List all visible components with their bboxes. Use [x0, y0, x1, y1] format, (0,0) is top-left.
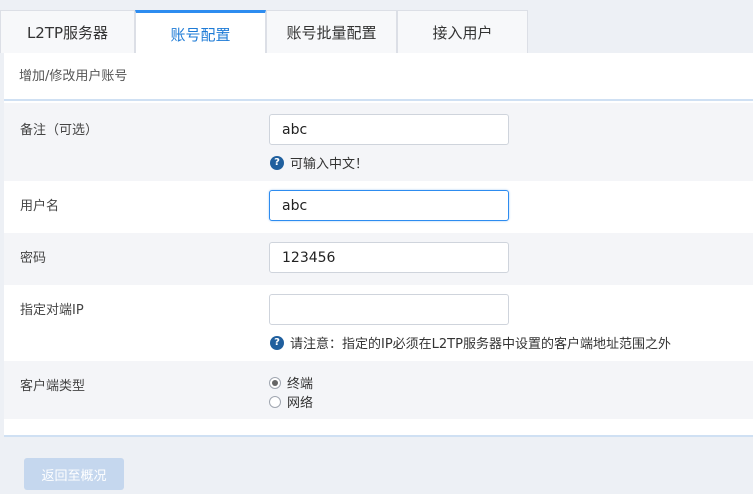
tab-account-config[interactable]: 账号配置 — [135, 10, 266, 54]
account-form-panel: 增加/修改用户账号 备注（可选） ? 可输入中文！ 用户名 密码 指定对端IP … — [4, 53, 753, 437]
back-to-overview-button[interactable]: 返回至概况 — [24, 458, 124, 490]
question-circle-icon: ? — [270, 155, 284, 170]
tab-l2tp-server[interactable]: L2TP服务器 — [0, 10, 135, 53]
radio-network[interactable] — [269, 395, 281, 408]
username-input[interactable] — [269, 190, 509, 221]
remark-hint-text: 可输入中文！ — [290, 157, 369, 172]
peer-ip-hint-text: 请注意：指定的IP必须在L2TP服务器中设置的客户端地址范围之外 — [290, 337, 671, 352]
password-label: 密码 — [20, 251, 47, 266]
client-type-terminal-option[interactable]: 终端 — [269, 373, 313, 392]
username-row: 用户名 — [4, 181, 753, 233]
password-row: 密码 — [4, 233, 753, 285]
peer-ip-row: 指定对端IP ? 请注意：指定的IP必须在L2TP服务器中设置的客户端地址范围之… — [4, 285, 753, 361]
radio-terminal-label: 终端 — [287, 377, 314, 392]
username-label: 用户名 — [20, 199, 60, 214]
peer-ip-input[interactable] — [269, 294, 509, 325]
tab-account-batch-config[interactable]: 账号批量配置 — [266, 10, 397, 53]
client-type-row: 客户端类型 终端 网络 — [4, 361, 753, 419]
client-type-network-option[interactable]: 网络 — [269, 392, 313, 411]
remark-row: 备注（可选） ? 可输入中文！ — [4, 103, 753, 181]
radio-terminal[interactable] — [269, 376, 281, 389]
password-input[interactable] — [269, 242, 509, 273]
tab-connected-users[interactable]: 接入用户 — [397, 10, 528, 53]
remark-input[interactable] — [269, 114, 509, 145]
tab-bar: L2TP服务器 账号配置 账号批量配置 接入用户 — [0, 10, 753, 54]
peer-ip-label: 指定对端IP — [20, 303, 84, 318]
remark-label: 备注（可选） — [20, 123, 99, 138]
question-circle-icon: ? — [270, 335, 284, 350]
remark-hint: ? 可输入中文！ — [270, 153, 368, 172]
client-type-label: 客户端类型 — [20, 379, 86, 394]
peer-ip-hint: ? 请注意：指定的IP必须在L2TP服务器中设置的客户端地址范围之外 — [270, 333, 671, 352]
radio-network-label: 网络 — [287, 396, 314, 411]
panel-title: 增加/修改用户账号 — [4, 53, 753, 101]
